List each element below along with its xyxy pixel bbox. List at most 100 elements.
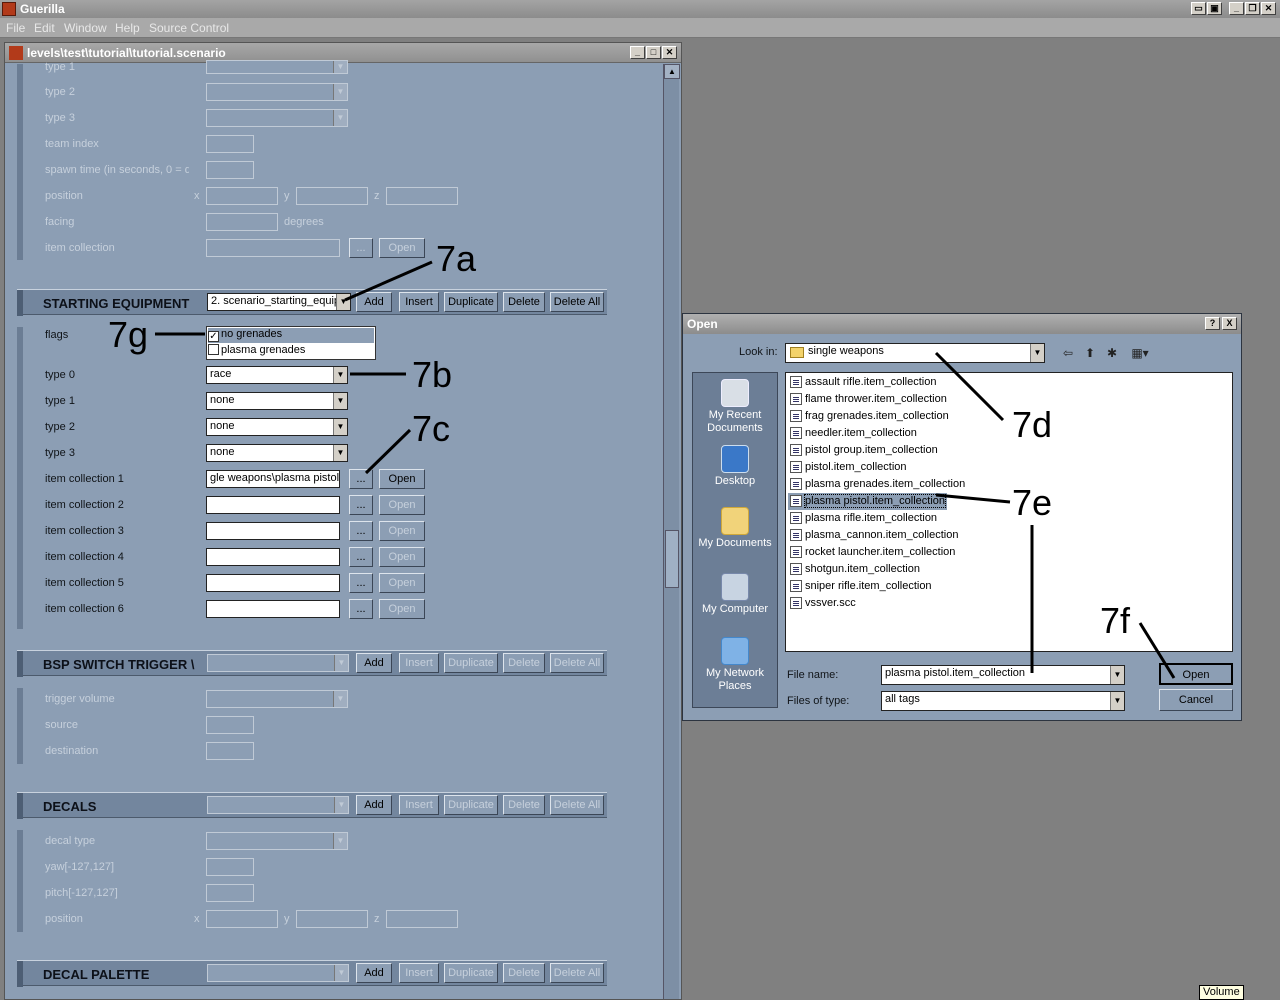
item-collection-2-field[interactable] (206, 496, 340, 514)
tile-icon[interactable]: ▣ (1207, 2, 1222, 15)
add-button[interactable]: Add (356, 653, 392, 673)
open-button[interactable]: Open (379, 573, 425, 593)
menu-help[interactable]: Help (115, 21, 140, 35)
delete-all-button[interactable]: Delete All (550, 653, 604, 673)
position-y-field[interactable] (296, 187, 368, 205)
doc-minimize-icon[interactable]: _ (630, 46, 645, 59)
cancel-button[interactable]: Cancel (1159, 689, 1233, 711)
scroll-thumb[interactable] (665, 530, 679, 588)
file-item[interactable]: flame thrower.item_collection (788, 391, 947, 408)
type2-combo[interactable]: ▼ (206, 83, 348, 101)
open-button[interactable]: Open (379, 599, 425, 619)
decal-type-combo[interactable]: ▼ (206, 832, 348, 850)
insert-button[interactable]: Insert (399, 963, 439, 983)
place-my-computer[interactable]: My Computer (693, 573, 777, 616)
item-collection-1-field[interactable]: gle weapons\plasma pistol (206, 470, 340, 488)
file-item[interactable]: pistol.item_collection (788, 459, 907, 476)
duplicate-button[interactable]: Duplicate (444, 292, 498, 312)
decals-block-select[interactable]: ▼ (207, 796, 349, 814)
delete-button[interactable]: Delete (503, 963, 545, 983)
duplicate-button[interactable]: Duplicate (444, 795, 498, 815)
delete-all-button[interactable]: Delete All (550, 963, 604, 983)
place-recent-documents[interactable]: My Recent Documents (693, 379, 777, 435)
type1-combo[interactable]: ▼ (206, 60, 348, 74)
menu-window[interactable]: Window (64, 21, 107, 35)
item-collection-field[interactable] (206, 239, 340, 257)
decal-z-field[interactable] (386, 910, 458, 928)
file-item[interactable]: vssver.scc (788, 595, 856, 612)
item-collection-6-field[interactable] (206, 600, 340, 618)
spawn-time-field[interactable] (206, 161, 254, 179)
up-folder-icon[interactable]: ⬆ (1081, 344, 1099, 362)
minimize-icon[interactable]: _ (1229, 2, 1244, 15)
new-folder-icon[interactable]: ✱ (1103, 344, 1121, 362)
item-collection-3-field[interactable] (206, 522, 340, 540)
open-button[interactable]: Open (379, 521, 425, 541)
item-collection-5-field[interactable] (206, 574, 340, 592)
starting-equipment-block-select[interactable]: 2. scenario_starting_equip ▼ (207, 293, 351, 311)
checkbox-icon[interactable] (208, 344, 219, 355)
type0-combo[interactable]: race ▼ (206, 366, 348, 384)
delete-all-button[interactable]: Delete All (550, 292, 604, 312)
trigger-volume-combo[interactable]: ▼ (206, 690, 348, 708)
file-item[interactable]: needler.item_collection (788, 425, 917, 442)
file-item[interactable]: shotgun.item_collection (788, 561, 920, 578)
browse-button[interactable]: ... (349, 495, 373, 515)
insert-button[interactable]: Insert (399, 653, 439, 673)
type3-combo[interactable]: ▼ (206, 109, 348, 127)
browse-button[interactable]: ... (349, 547, 373, 567)
pitch-field[interactable] (206, 884, 254, 902)
open-button[interactable]: Open (379, 238, 425, 258)
file-item[interactable]: rocket launcher.item_collection (788, 544, 955, 561)
type3-combo[interactable]: none ▼ (206, 444, 348, 462)
menu-file[interactable]: File (6, 21, 25, 35)
duplicate-button[interactable]: Duplicate (444, 963, 498, 983)
doc-close-icon[interactable]: ✕ (662, 46, 677, 59)
insert-button[interactable]: Insert (399, 795, 439, 815)
files-of-type-select[interactable]: all tags ▼ (881, 691, 1125, 711)
delete-all-button[interactable]: Delete All (550, 795, 604, 815)
doc-maximize-icon[interactable]: □ (646, 46, 661, 59)
restore-icon[interactable]: ▭ (1191, 2, 1206, 15)
close-icon[interactable]: ✕ (1261, 2, 1276, 15)
place-my-network-places[interactable]: My Network Places (693, 637, 777, 693)
place-desktop[interactable]: Desktop (693, 445, 777, 488)
look-in-combo[interactable]: single weapons ▼ (785, 343, 1045, 363)
browse-button[interactable]: ... (349, 573, 373, 593)
place-my-documents[interactable]: My Documents (693, 507, 777, 550)
open-button[interactable]: Open (379, 495, 425, 515)
delete-button[interactable]: Delete (503, 292, 545, 312)
maximize-icon[interactable]: ❐ (1245, 2, 1260, 15)
delete-button[interactable]: Delete (503, 653, 545, 673)
open-button[interactable]: Open (379, 469, 425, 489)
file-item-selected[interactable]: plasma pistol.item_collection (788, 493, 948, 510)
file-item[interactable]: plasma_cannon.item_collection (788, 527, 958, 544)
menu-edit[interactable]: Edit (34, 21, 55, 35)
facing-field[interactable] (206, 213, 278, 231)
yaw-field[interactable] (206, 858, 254, 876)
file-item[interactable]: assault rifle.item_collection (788, 374, 936, 391)
position-x-field[interactable] (206, 187, 278, 205)
duplicate-button[interactable]: Duplicate (444, 653, 498, 673)
delete-button[interactable]: Delete (503, 795, 545, 815)
close-icon[interactable]: X (1222, 317, 1237, 330)
flag-plasma-grenades[interactable]: plasma grenades (208, 344, 374, 359)
decal-palette-block-select[interactable]: ▼ (207, 964, 349, 982)
back-arrow-icon[interactable]: ⇦ (1059, 344, 1077, 362)
file-item[interactable]: sniper rifle.item_collection (788, 578, 932, 595)
view-menu-icon[interactable]: ▦▾ (1127, 344, 1153, 362)
browse-button[interactable]: ... (349, 238, 373, 258)
file-item[interactable]: plasma rifle.item_collection (788, 510, 937, 527)
type2-combo[interactable]: none ▼ (206, 418, 348, 436)
flag-no-grenades[interactable]: ✓ no grenades (208, 328, 374, 343)
scroll-up-arrow-icon[interactable]: ▲ (664, 64, 680, 79)
browse-button[interactable]: ... (349, 599, 373, 619)
source-field[interactable] (206, 716, 254, 734)
open-button[interactable]: Open (1159, 663, 1233, 685)
add-button[interactable]: Add (356, 795, 392, 815)
vertical-scrollbar[interactable]: ▲ (663, 64, 680, 999)
file-item[interactable]: plasma grenades.item_collection (788, 476, 965, 493)
team-index-field[interactable] (206, 135, 254, 153)
destination-field[interactable] (206, 742, 254, 760)
open-button[interactable]: Open (379, 547, 425, 567)
